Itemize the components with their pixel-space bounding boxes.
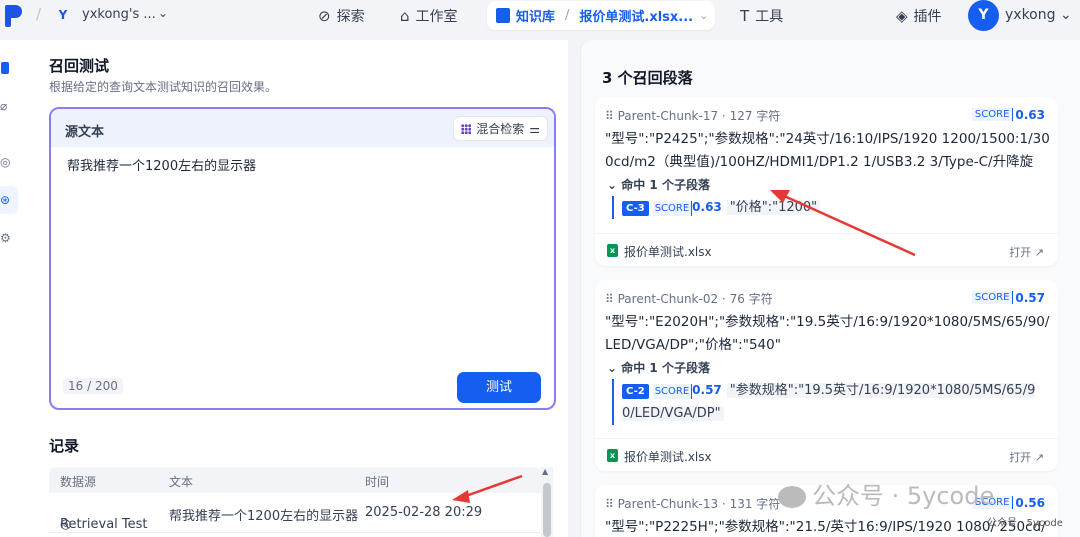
source-file-name: 报价单测试.xlsx — [624, 450, 712, 464]
hit-children-toggle[interactable]: ⌄ 命中 1 个子段落 — [607, 359, 710, 376]
retrieval-mode-label: 混合检索 — [476, 122, 525, 136]
column-header-time: 时间 — [365, 475, 390, 489]
records-table-header: 数据源 文本 时间 — [49, 467, 541, 493]
nav-tools[interactable]: T 工具 — [740, 2, 783, 29]
child-chunk-tag: C-3 — [622, 201, 649, 216]
app-logo[interactable] — [5, 5, 23, 27]
sliders-icon: ⚌ — [529, 121, 540, 136]
result-card[interactable]: ⠿ Parent-Chunk-17 · 127 字符 SCORE 0.63 "型号… — [595, 97, 1058, 266]
table-row[interactable]: ◎ Retrieval Test 帮我推荐一个1200左右的显示器 2025-0… — [49, 493, 541, 533]
score-badge: SCORE 0.63 — [971, 106, 1045, 123]
user-avatar[interactable]: Y — [968, 0, 999, 31]
excel-file-icon: x — [607, 449, 618, 462]
grip-icon: ⠿ — [605, 109, 618, 123]
chevron-down-icon[interactable]: ⌄ — [699, 9, 708, 22]
child-chunk: C-2 SCORE 0.57 "参数规格":"19.5英寸/16:9/1920*108… — [612, 379, 1042, 425]
char-count: 16 / 200 — [63, 378, 123, 394]
sidebar-item-settings[interactable]: ⚙ — [0, 224, 18, 252]
wechat-icon — [778, 486, 806, 508]
sidebar-item-retrieval-test[interactable]: ⊛ — [0, 186, 18, 214]
excel-file-icon: x — [607, 244, 618, 257]
retrieval-test-panel: 召回测试 根据给定的查询文本测试知识的召回效果。 源文本 混合检索 ⚌ 帮我推荐… — [20, 40, 568, 537]
nav-explore[interactable]: ⊘ 探索 — [318, 2, 365, 29]
watermark-small: 公众号 · 5ycode — [987, 518, 1063, 529]
query-box: 源文本 混合检索 ⚌ 帮我推荐一个1200左右的显示器 16 / 200 测试 — [49, 107, 556, 410]
grip-icon: ⠿ — [605, 292, 618, 306]
chevron-down-icon[interactable]: ⌄ — [158, 6, 168, 20]
records-scrollbar-thumb[interactable] — [543, 483, 551, 537]
hammer-icon: T — [740, 6, 750, 25]
open-link[interactable]: 打开 ↗ — [1009, 449, 1044, 465]
column-header-text: 文本 — [169, 475, 194, 489]
query-textarea[interactable]: 帮我推荐一个1200左右的显示器 — [67, 155, 256, 174]
top-navigation-bar: / Y yxkong's ... ⌄ ⊘ 探索 ⌂ 工作室 知识库 / 报价单测… — [0, 0, 1080, 32]
child-chunk-content: "价格":"1200" — [726, 200, 821, 215]
card-footer: x 报价单测试.xlsx 打开 ↗ — [595, 233, 1058, 266]
records-title: 记录 — [49, 437, 80, 455]
sidebar-item-documents[interactable] — [0, 54, 18, 82]
cube-icon: ◈ — [896, 6, 908, 25]
nav-plugins-label: 插件 — [913, 8, 942, 25]
child-score: 0.63 — [692, 200, 722, 214]
nav-knowledge-label: 知识库 — [516, 10, 556, 25]
nav-knowledge[interactable]: 知识库 / 报价单测试.xlsx... ⌄ — [487, 1, 715, 30]
retrieval-mode-button[interactable]: 混合检索 ⚌ — [453, 116, 548, 141]
results-panel: 3 个召回段落 ⠿ Parent-Chunk-17 · 127 字符 SCORE… — [580, 40, 1080, 537]
breadcrumb-separator: / — [565, 8, 570, 23]
nav-studio-label: 工作室 — [415, 8, 458, 25]
chunk-meta: ⠿ Parent-Chunk-02 · 76 字符 — [605, 292, 773, 306]
grid-icon — [461, 123, 472, 134]
card-footer: x 报价单测试.xlsx 打开 ↗ — [595, 438, 1058, 471]
query-box-header: 源文本 混合检索 ⚌ — [51, 109, 554, 147]
document-icon — [1, 62, 9, 74]
source-file-name: 报价单测试.xlsx — [624, 245, 712, 259]
gear-icon: ⚙ — [0, 231, 11, 245]
child-chunk-tag: C-2 — [622, 384, 649, 399]
results-title: 3 个召回段落 — [602, 69, 693, 87]
child-score: 0.57 — [692, 383, 722, 397]
dataset-name[interactable]: 报价单测试.xlsx... — [579, 6, 693, 25]
page-title: 召回测试 — [49, 57, 110, 75]
eye-icon: ◎ — [0, 155, 11, 169]
dataset-sidebar: ⌀ ◎ ⊛ ⚙ — [0, 40, 20, 537]
column-header-source: 数据源 — [60, 475, 97, 489]
book-icon — [496, 8, 510, 23]
nav-studio[interactable]: ⌂ 工作室 — [400, 2, 458, 29]
workspace-name[interactable]: yxkong's ... — [82, 7, 156, 22]
query-label: 源文本 — [65, 125, 105, 140]
chunk-content: "型号":"P2225H";"参数规格":"21.5/英寸16:9/IPS/19… — [605, 519, 1046, 535]
result-card[interactable]: ⠿ Parent-Chunk-02 · 76 字符 SCORE 0.57 "型号"… — [595, 280, 1058, 471]
scroll-up-icon[interactable]: ▲ — [542, 467, 548, 476]
nav-tools-label: 工具 — [755, 8, 784, 25]
user-name[interactable]: yxkong ⌄ — [1005, 7, 1072, 23]
chunk-content: "型号":"E2020H";"参数规格":"19.5英寸/16:9/1920*1… — [605, 314, 1050, 353]
watermark: 公众号 · 5ycode — [778, 476, 994, 511]
sidebar-item-files[interactable]: ⌀ — [0, 92, 18, 120]
paperclip-icon: ⌀ — [0, 99, 8, 113]
score-badge: SCORE 0.57 — [971, 289, 1045, 306]
robot-icon: ⌂ — [400, 6, 410, 25]
child-chunk: C-3 SCORE 0.63 "价格":"1200" — [612, 196, 821, 219]
chunk-meta: ⠿ Parent-Chunk-17 · 127 字符 — [605, 109, 781, 123]
nav-plugins[interactable]: ◈ 插件 — [896, 2, 942, 29]
open-link[interactable]: 打开 ↗ — [1009, 244, 1044, 260]
grip-icon: ⠿ — [605, 497, 618, 511]
nav-explore-label: 探索 — [336, 8, 365, 25]
record-time: 2025-02-28 20:29 — [365, 505, 483, 520]
workspace-avatar[interactable]: Y — [55, 6, 71, 24]
breadcrumb-separator: / — [36, 5, 42, 23]
records-table: 数据源 文本 时间 ◎ Retrieval Test 帮我推荐一个1200左右的… — [49, 467, 555, 537]
record-text: 帮我推荐一个1200左右的显示器 — [169, 509, 359, 524]
chunk-content: "型号":"P2425";"参数规格":"24英寸/16:10/IPS/1920… — [605, 131, 1050, 170]
target-icon: ⊛ — [0, 193, 11, 207]
hit-children-toggle[interactable]: ⌄ 命中 1 个子段落 — [607, 176, 710, 193]
test-button[interactable]: 测试 — [457, 372, 541, 403]
compass-icon: ⊘ — [318, 6, 331, 25]
sidebar-item-preview[interactable]: ◎ — [0, 148, 18, 176]
page-description: 根据给定的查询文本测试知识的召回效果。 — [49, 80, 278, 94]
chunk-meta: ⠿ Parent-Chunk-13 · 131 字符 — [605, 497, 781, 511]
